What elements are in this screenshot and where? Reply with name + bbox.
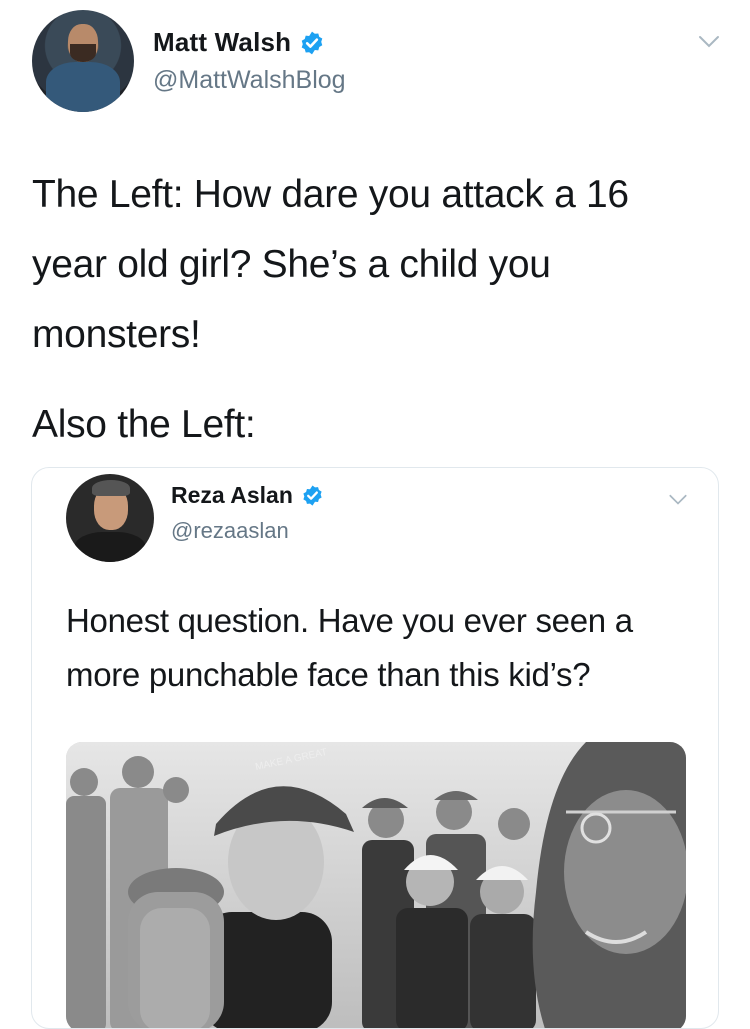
quoted-author-avatar[interactable] [66, 474, 154, 562]
author-avatar[interactable] [32, 10, 134, 112]
tweet-text-line: The Left: How dare you attack a 16 [32, 173, 629, 216]
author-display-name[interactable]: Matt Walsh [153, 27, 291, 58]
author-name-row: Matt Walsh [153, 27, 325, 58]
quoted-author-display-name[interactable]: Reza Aslan [171, 482, 293, 509]
tweet-header: Matt Walsh @MattWalshBlog [32, 10, 722, 120]
tweet-text: The Left: How dare you attack a 16 year … [32, 160, 722, 460]
author-handle[interactable]: @MattWalshBlog [153, 66, 346, 95]
tweet-text-line: monsters! [32, 313, 201, 356]
chevron-down-icon[interactable] [698, 35, 720, 49]
photo-crowd-illustration: MAKE A GREAT [66, 742, 686, 1028]
quoted-tweet-photo[interactable]: MAKE A GREAT [66, 742, 686, 1028]
verified-badge-icon [303, 485, 322, 506]
quoted-tweet-text-line: Honest question. Have you ever seen a [66, 602, 633, 639]
verified-badge-icon [301, 31, 323, 54]
chevron-down-icon[interactable] [668, 494, 688, 506]
tweet-text-line: Also the Left: [32, 403, 256, 446]
quoted-tweet-text: Honest question. Have you ever seen a mo… [66, 594, 686, 702]
quoted-tweet-text-line: more punchable face than this kid’s? [66, 656, 591, 693]
quoted-author-name-row: Reza Aslan [171, 482, 324, 509]
quoted-tweet-card[interactable]: Reza Aslan @rezaaslan Honest question. H… [31, 467, 719, 1029]
quoted-author-handle[interactable]: @rezaaslan [171, 518, 289, 544]
tweet-text-line: year old girl? She’s a child you [32, 243, 551, 286]
